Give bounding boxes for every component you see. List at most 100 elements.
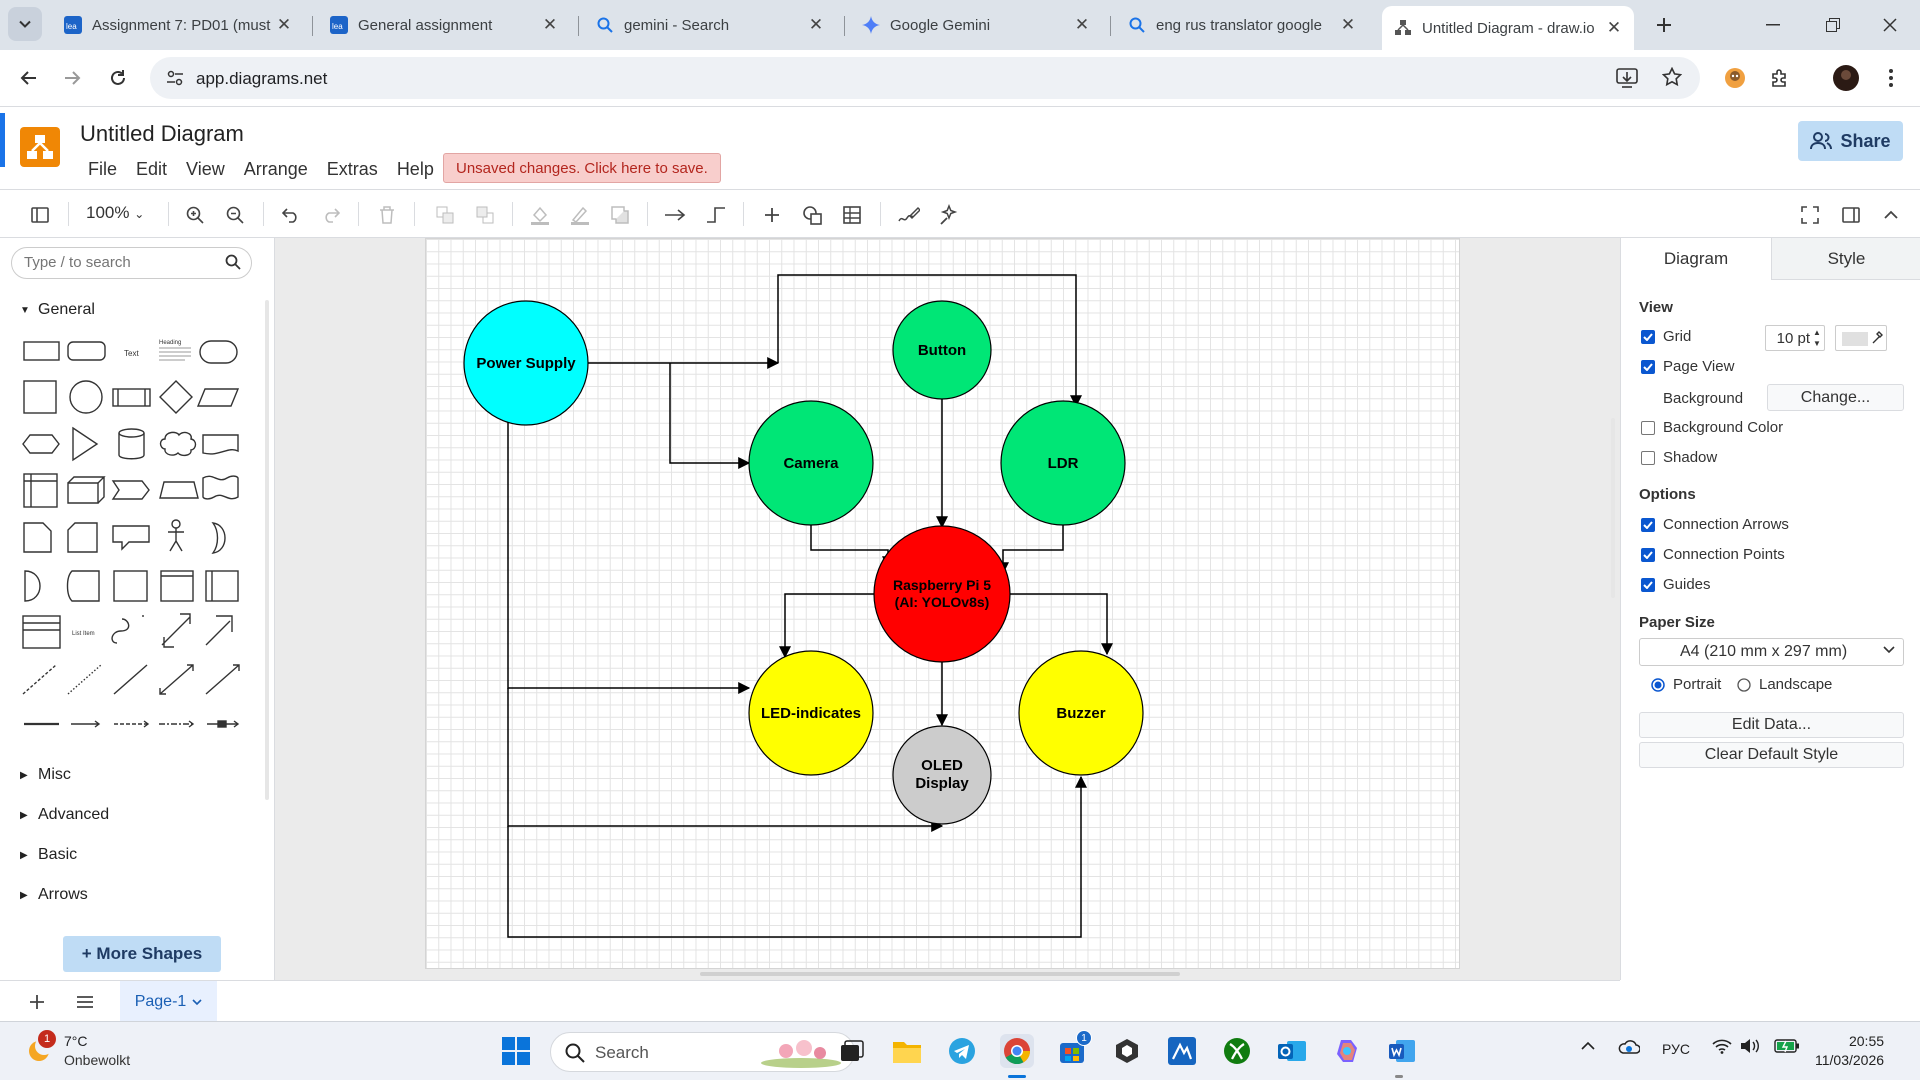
general-shapes-palette[interactable]: Text Heading List Item [0,238,275,778]
to-back-icon[interactable] [472,202,498,228]
browser-tab-drawio[interactable]: Untitled Diagram - draw.io ✕ [1382,6,1634,50]
outlook-icon[interactable] [1275,1034,1309,1068]
section-misc[interactable]: ▶ Misc [20,766,71,784]
close-icon[interactable]: ✕ [806,15,826,35]
close-icon[interactable]: ✕ [1338,15,1358,35]
radio-unselected-icon[interactable] [1737,677,1751,692]
new-tab-button[interactable] [1646,7,1682,43]
shape-square[interactable] [23,380,57,414]
shape-ellipse[interactable] [199,340,238,364]
shape-or[interactable] [211,522,226,554]
close-icon[interactable]: ✕ [1604,18,1624,38]
shape-dashed-line[interactable] [22,664,57,695]
browser-tab-google-gemini[interactable]: Google Gemini ✕ [850,8,1102,42]
unity-hub-icon[interactable] [1110,1034,1144,1068]
menu-extras[interactable]: Extras [327,159,378,180]
shape-directional-connector[interactable] [205,664,240,695]
grid-size-stepper[interactable]: ▲ ▼ [1813,327,1821,349]
format-panel-icon[interactable] [1838,202,1864,228]
fullscreen-icon[interactable] [1797,202,1823,228]
to-front-icon[interactable] [432,202,458,228]
shape-parallelogram[interactable] [196,388,240,407]
profile-avatar[interactable] [1828,60,1864,96]
shape-note[interactable] [23,522,52,553]
edge-power-to-led[interactable] [507,413,751,694]
shape-circle[interactable] [69,380,103,414]
microsoft-store-icon[interactable]: 1 [1055,1030,1092,1068]
node-led-indicates[interactable]: LED-indicates [748,650,874,776]
diagram-svg[interactable]: Power Supply Button Camera LDR Raspberry… [426,239,1461,970]
guides-checkbox-row[interactable]: Guides [1641,576,1711,593]
shape-link[interactable] [71,720,101,728]
shape-list[interactable] [22,615,61,649]
unsaved-changes-button[interactable]: Unsaved changes. Click here to save. [443,153,721,183]
language-indicator[interactable]: РУС [1662,1041,1690,1057]
shape-curve[interactable] [111,615,144,644]
windows-start-icon[interactable] [499,1034,533,1068]
insert-plus-icon[interactable] [759,202,785,228]
show-hidden-icons-chevron-icon[interactable] [1580,1039,1596,1051]
install-app-icon[interactable] [1616,68,1638,88]
edge-rpi-to-led[interactable] [779,593,874,659]
checkbox-unchecked-icon[interactable] [1641,450,1655,465]
shape-vertical-container[interactable] [205,570,239,602]
shape-container[interactable] [113,570,148,602]
shape-internal-storage[interactable] [23,473,58,508]
node-button[interactable]: Button [892,300,992,400]
close-icon[interactable]: ✕ [1072,15,1092,35]
window-close-button[interactable] [1872,7,1908,43]
redo-icon[interactable] [318,202,344,228]
shape-dotted-line[interactable] [67,664,102,695]
shape-link-dashed[interactable] [114,720,150,728]
add-page-icon[interactable] [24,989,50,1015]
shape-association[interactable] [207,720,240,728]
share-button[interactable]: Share [1798,121,1903,161]
grid-checkbox-row[interactable]: Grid [1641,328,1691,345]
menu-edit[interactable]: Edit [136,159,167,180]
page-view-checkbox-row[interactable]: Page View [1641,358,1734,375]
file-explorer-icon[interactable] [890,1034,924,1068]
chrome-icon[interactable] [1000,1034,1034,1068]
format-panel-toggle-icon[interactable] [27,202,53,228]
shape-rounded-rectangle[interactable] [67,341,106,361]
document-title[interactable]: Untitled Diagram [80,121,244,147]
menu-help[interactable]: Help [397,159,434,180]
reload-button[interactable] [100,60,136,96]
shape-bidirectional-arrow[interactable] [161,613,191,648]
edge-rpi-to-buzzer[interactable] [1010,593,1113,656]
checkbox-checked-icon[interactable] [1641,547,1655,562]
browser-tab-gemini-search[interactable]: gemini - Search ✕ [584,8,836,42]
tab-search-button[interactable] [8,7,42,41]
ai-generate-icon[interactable] [936,202,962,228]
edge-power-to-camera[interactable] [669,363,751,469]
minimize-button[interactable] [1755,7,1791,43]
edge-camera-to-rpi[interactable] [810,525,894,569]
shape-hexagon[interactable] [22,434,60,454]
address-bar[interactable]: app.diagrams.net [150,57,1700,99]
section-advanced[interactable]: ▶ Advanced [20,806,109,824]
shape-tape[interactable] [202,475,239,500]
extension-avatar-icon[interactable] [1717,60,1753,96]
diagram-page[interactable]: Power Supply Button Camera LDR Raspberry… [425,238,1460,969]
fill-color-icon[interactable] [527,202,553,228]
background-color-checkbox-row[interactable]: Background Color [1641,419,1783,436]
shadow-checkbox-row[interactable]: Shadow [1641,449,1717,466]
line-color-icon[interactable] [567,202,593,228]
table-icon[interactable] [839,202,865,228]
shape-heading[interactable]: Heading [159,340,191,361]
forward-button[interactable] [55,60,91,96]
shape-arrow[interactable] [205,615,233,646]
node-ldr[interactable]: LDR [1000,400,1126,526]
menu-view[interactable]: View [186,159,225,180]
landscape-radio-row[interactable]: Landscape [1737,676,1832,693]
shape-bidirectional-connector[interactable] [159,664,194,695]
delete-icon[interactable] [374,202,400,228]
zoom-in-icon[interactable] [182,202,208,228]
canvas-vertical-scrollbar[interactable] [1611,418,1615,598]
shape-document[interactable] [202,434,239,455]
telegram-icon[interactable] [945,1034,979,1068]
checkbox-checked-icon[interactable] [1641,329,1655,344]
bookmark-star-icon[interactable] [1662,67,1682,87]
checkbox-checked-icon[interactable] [1641,577,1655,592]
sidebar-scrollbar[interactable] [265,300,269,800]
